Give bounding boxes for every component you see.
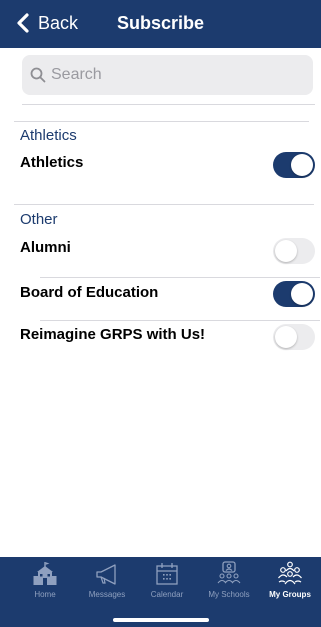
group-label-alumni: Alumni — [20, 239, 71, 256]
nav-header: Back Subscribe — [0, 0, 321, 48]
toggle-knob — [275, 326, 297, 348]
search-icon — [30, 67, 46, 83]
divider — [22, 104, 315, 105]
toggle-reimagine-grps[interactable] — [273, 324, 315, 350]
subscribe-screen: Back Subscribe Athletics Athletics Other… — [0, 0, 321, 627]
search-area — [0, 48, 321, 104]
tab-my-groups[interactable]: My Groups — [264, 557, 316, 603]
tab-label: Home — [34, 590, 56, 599]
tab-home[interactable]: Home — [22, 557, 68, 603]
search-input[interactable] — [51, 66, 301, 84]
chevron-left-icon — [17, 13, 29, 33]
section-header-other: Other — [20, 211, 58, 228]
toggle-alumni[interactable] — [273, 238, 315, 264]
section-header-athletics: Athletics — [20, 127, 77, 144]
tab-messages[interactable]: Messages — [83, 557, 131, 603]
back-label: Back — [38, 12, 79, 33]
toggle-knob — [291, 154, 313, 176]
tab-calendar[interactable]: Calendar — [145, 557, 189, 603]
megaphone-icon — [96, 564, 116, 585]
school-house-icon — [33, 562, 57, 585]
group-label-board-of-education: Board of Education — [20, 284, 159, 301]
group-label-reimagine-grps: Reimagine GRPS with Us! — [20, 326, 206, 343]
divider — [14, 204, 314, 205]
tab-label: Messages — [88, 590, 126, 599]
back-button[interactable]: Back — [16, 11, 78, 35]
tab-my-schools[interactable]: My Schools — [203, 557, 255, 603]
groups-icon — [278, 561, 302, 585]
search-box[interactable] — [22, 55, 313, 95]
calendar-icon — [156, 563, 178, 585]
schools-people-icon — [217, 561, 241, 584]
home-indicator — [113, 618, 209, 622]
divider — [40, 320, 320, 321]
tab-label: My Groups — [269, 590, 311, 599]
bottom-tab-bar: Home Messages Calendar My Schools My Gro… — [0, 557, 321, 627]
toggle-board-of-education[interactable] — [273, 281, 315, 307]
divider — [40, 277, 320, 278]
divider — [14, 121, 309, 122]
toggle-athletics[interactable] — [273, 152, 315, 178]
toggle-knob — [291, 283, 313, 305]
tab-label: My Schools — [208, 590, 250, 599]
group-label-athletics: Athletics — [20, 154, 84, 171]
tab-label: Calendar — [150, 590, 184, 599]
toggle-knob — [275, 240, 297, 262]
